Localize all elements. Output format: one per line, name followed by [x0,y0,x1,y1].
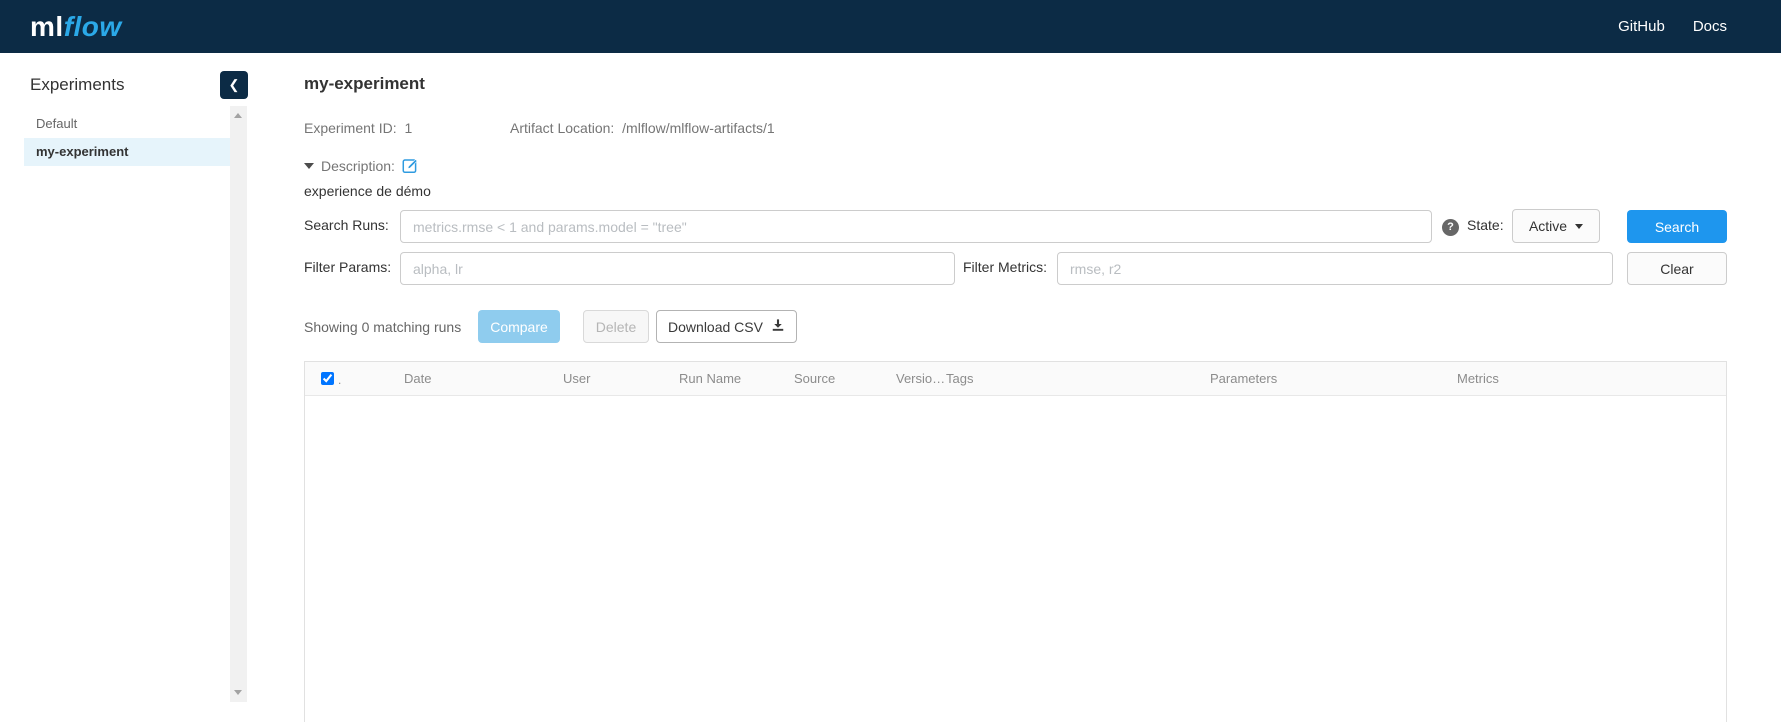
artifact-location: Artifact Location: /mlflow/mlflow-artifa… [510,120,775,136]
column-header-date[interactable]: Date [404,362,431,396]
filter-params-input[interactable] [400,252,955,285]
logo-text-ml: ml [30,11,64,42]
state-dropdown-value: Active [1529,218,1567,234]
sidebar-item-default[interactable]: Default [24,110,230,138]
logo-text-flow: flow [64,11,122,42]
filter-params-label: Filter Params: [304,259,391,275]
description-label: Description: [321,158,395,174]
column-header-metrics[interactable]: Metrics [1457,362,1499,396]
checkbox-dot: . [338,362,341,398]
collapse-caret-icon[interactable] [304,163,314,169]
runs-table-header: . Date User Run Name Source Versio… Tags… [305,362,1726,396]
runs-table-body [305,396,1726,722]
search-runs-label: Search Runs: [304,217,389,233]
matching-runs-count: Showing 0 matching runs [304,319,461,335]
edit-description-icon[interactable] [402,157,419,174]
mlflow-logo[interactable]: mlflow [30,0,122,53]
column-header-source[interactable]: Source [794,362,835,396]
download-icon [771,318,785,335]
column-header-version[interactable]: Versio… [896,362,945,396]
filter-metrics-label: Filter Metrics: [963,259,1047,275]
experiment-id: Experiment ID: 1 [304,120,412,136]
experiment-id-label: Experiment ID: [304,120,397,136]
description-text: experience de démo [304,183,431,199]
clear-button[interactable]: Clear [1627,252,1727,285]
nav-link-docs[interactable]: Docs [1693,18,1727,35]
download-csv-button[interactable]: Download CSV [656,310,797,343]
help-icon[interactable]: ? [1442,219,1459,236]
scroll-up-icon[interactable] [234,113,242,118]
artifact-location-label: Artifact Location: [510,120,614,136]
scroll-down-icon[interactable] [234,690,242,695]
select-all-checkbox[interactable] [321,372,334,385]
experiment-list: Default my-experiment [24,110,230,166]
column-header-run-name[interactable]: Run Name [679,362,741,396]
nav-link-github[interactable]: GitHub [1618,18,1665,35]
column-header-user[interactable]: User [563,362,590,396]
sidebar-item-my-experiment[interactable]: my-experiment [24,138,230,166]
column-header-tags[interactable]: Tags [946,362,973,396]
navbar: mlflow GitHub Docs [0,0,1781,53]
state-dropdown[interactable]: Active [1512,209,1600,243]
filter-metrics-input[interactable] [1057,252,1613,285]
sidebar-scrollbar[interactable] [230,106,247,702]
experiment-id-value: 1 [404,120,412,136]
compare-button[interactable]: Compare [478,310,560,343]
sidebar-collapse-button[interactable]: ❮ [220,71,248,99]
page-title: my-experiment [304,74,425,94]
nav-links: GitHub Docs [1618,18,1727,35]
download-csv-label: Download CSV [668,319,763,335]
column-header-parameters[interactable]: Parameters [1210,362,1277,396]
description-row: Description: [304,157,419,174]
chevron-down-icon [1575,224,1583,229]
delete-button[interactable]: Delete [583,310,649,343]
chevron-left-icon: ❮ [229,77,240,92]
state-label: State: [1467,217,1504,233]
runs-table: . Date User Run Name Source Versio… Tags… [304,361,1727,722]
sidebar-title: Experiments [30,75,124,95]
search-button[interactable]: Search [1627,210,1727,243]
search-runs-input[interactable] [400,210,1432,243]
artifact-location-value: /mlflow/mlflow-artifacts/1 [622,120,774,136]
mlflow-app: mlflow GitHub Docs Experiments ❮ Default… [0,0,1781,727]
